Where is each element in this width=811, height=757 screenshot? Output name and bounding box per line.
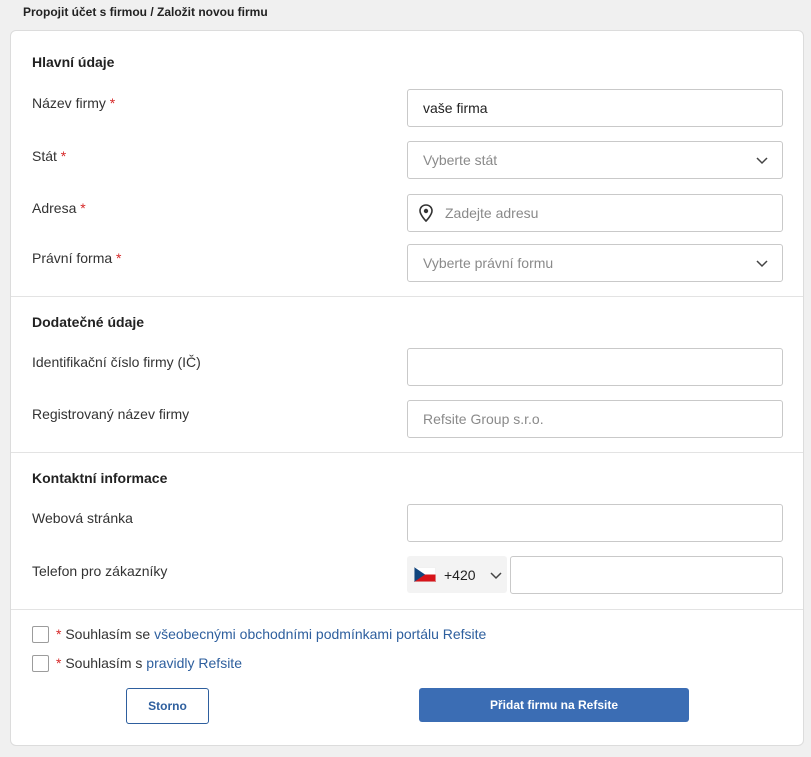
terms-checkbox[interactable]	[32, 626, 49, 643]
location-pin-icon	[419, 204, 433, 222]
company-name-input[interactable]: vaše firma	[407, 89, 783, 127]
company-form-card: Hlavní údaje Název firmy * vaše firma St…	[10, 30, 804, 746]
rules-consent-text: * Souhlasím s pravidly Refsite	[56, 655, 242, 671]
terms-link[interactable]: všeobecnými obchodními podmínkami portál…	[154, 626, 486, 642]
rules-link[interactable]: pravidly Refsite	[146, 655, 242, 671]
registered-name-input[interactable]: Refsite Group s.r.o.	[407, 400, 783, 438]
chevron-down-icon	[756, 157, 768, 165]
chevron-down-icon	[490, 571, 502, 579]
address-input[interactable]: Zadejte adresu	[407, 194, 783, 232]
registered-name-label: Registrovaný název firmy	[32, 406, 190, 422]
state-label: Stát *	[32, 148, 67, 164]
czech-flag-icon	[414, 567, 436, 582]
address-label: Adresa *	[32, 200, 86, 216]
legal-form-label: Právní forma *	[32, 250, 122, 266]
section-divider	[11, 452, 803, 453]
add-company-button[interactable]: Přidat firmu na Refsite	[419, 688, 689, 722]
state-select[interactable]: Vyberte stát	[407, 141, 783, 179]
phone-input[interactable]	[510, 556, 783, 594]
terms-consent-text: * Souhlasím se všeobecnými obchodními po…	[56, 626, 487, 642]
cancel-button[interactable]: Storno	[126, 688, 209, 724]
country-code: +420	[444, 566, 476, 583]
ico-input[interactable]	[407, 348, 783, 386]
rules-checkbox[interactable]	[32, 655, 49, 672]
legal-form-select[interactable]: Vyberte právní formu	[407, 244, 783, 282]
website-label: Webová stránka	[32, 510, 133, 526]
section-title-contact: Kontaktní informace	[32, 470, 168, 486]
phone-label: Telefon pro zákazníky	[32, 563, 168, 579]
section-divider	[11, 296, 803, 297]
website-input[interactable]	[407, 504, 783, 542]
chevron-down-icon	[756, 260, 768, 268]
section-divider	[11, 609, 803, 610]
section-title-additional: Dodatečné údaje	[32, 314, 145, 330]
ico-label: Identifikační číslo firmy (IČ)	[32, 354, 201, 370]
section-title-main: Hlavní údaje	[32, 54, 115, 70]
country-code-select[interactable]: +420	[407, 556, 507, 593]
breadcrumb: Propojit účet s firmou / Založit novou f…	[23, 5, 268, 19]
company-name-label: Název firmy *	[32, 95, 116, 111]
